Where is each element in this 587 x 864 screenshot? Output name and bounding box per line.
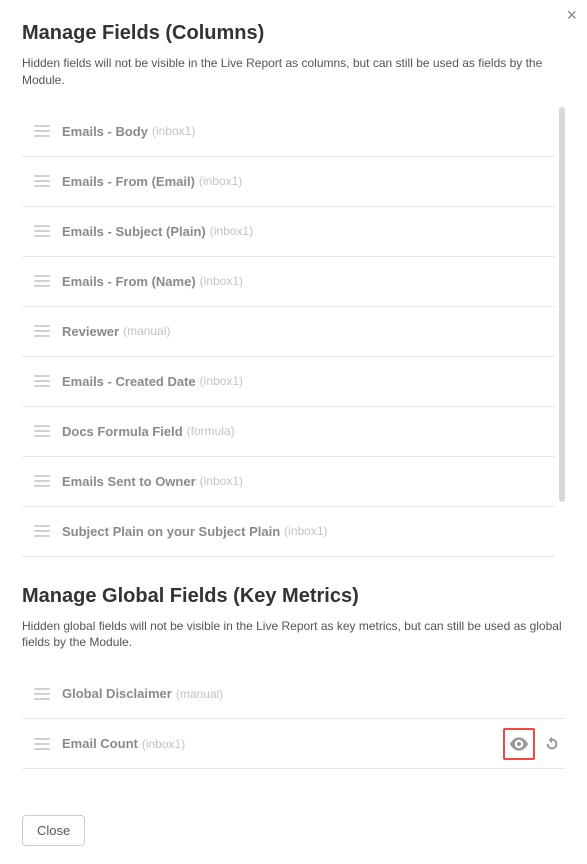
field-source: (inbox1)	[210, 224, 253, 238]
field-label: Reviewer	[62, 324, 119, 339]
field-row[interactable]: Emails - From (Email) (inbox1)	[22, 157, 555, 207]
field-source: (manual)	[176, 687, 223, 701]
field-row[interactable]: Emails - From (Name) (inbox1)	[22, 257, 555, 307]
drag-handle-icon[interactable]	[34, 738, 50, 750]
field-source: (inbox1)	[152, 124, 195, 138]
field-row[interactable]: Docs Formula Field (formula)	[22, 407, 555, 457]
field-source: (inbox1)	[284, 524, 327, 538]
field-row[interactable]: Reviewer (manual)	[22, 307, 555, 357]
field-row[interactable]: Emails - Body (inbox1)	[22, 107, 555, 157]
field-label: Subject Plain on your Subject Plain	[62, 524, 280, 539]
field-row[interactable]: Global Disclaimer (manual)	[22, 669, 565, 719]
field-row[interactable]: Emails - Created Date (inbox1)	[22, 357, 555, 407]
drag-handle-icon[interactable]	[34, 375, 50, 387]
global-fields-list: Global Disclaimer (manual) Email Count (inb…	[22, 669, 565, 769]
field-source: (inbox1)	[142, 737, 185, 751]
close-button[interactable]: Close	[22, 815, 85, 846]
refresh-icon[interactable]	[543, 735, 561, 753]
field-label: Emails - Body	[62, 124, 148, 139]
drag-handle-icon[interactable]	[34, 525, 50, 537]
field-row[interactable]: Emails Sent to Owner (inbox1)	[22, 457, 555, 507]
section2-subtitle: Hidden global fields will not be visible…	[22, 618, 565, 652]
row-actions	[503, 728, 561, 760]
field-label: Emails - Subject (Plain)	[62, 224, 206, 239]
close-icon[interactable]: ×	[566, 6, 577, 24]
section2-title: Manage Global Fields (Key Metrics)	[22, 585, 565, 608]
field-label: Emails Sent to Owner	[62, 474, 196, 489]
field-row[interactable]: Email Count (inbox1)	[22, 719, 565, 769]
drag-handle-icon[interactable]	[34, 325, 50, 337]
drag-handle-icon[interactable]	[34, 175, 50, 187]
field-source: (inbox1)	[200, 374, 243, 388]
field-source: (formula)	[187, 424, 235, 438]
visibility-eye-icon[interactable]	[503, 728, 535, 760]
drag-handle-icon[interactable]	[34, 425, 50, 437]
fields-list: Emails - Body(inbox1)Emails - From (Emai…	[22, 107, 555, 557]
field-label: Docs Formula Field	[62, 424, 183, 439]
scrollbar[interactable]	[559, 107, 565, 502]
field-source: (inbox1)	[200, 474, 243, 488]
field-source: (inbox1)	[200, 274, 243, 288]
drag-handle-icon[interactable]	[34, 475, 50, 487]
section1-title: Manage Fields (Columns)	[22, 22, 565, 45]
drag-handle-icon[interactable]	[34, 275, 50, 287]
field-label: Emails - From (Email)	[62, 174, 195, 189]
section1-subtitle: Hidden fields will not be visible in the…	[22, 55, 565, 89]
drag-handle-icon[interactable]	[34, 688, 50, 700]
field-label: Emails - From (Name)	[62, 274, 196, 289]
drag-handle-icon[interactable]	[34, 225, 50, 237]
field-label: Emails - Created Date	[62, 374, 196, 389]
field-row[interactable]: Subject Plain on your Subject Plain (inbo…	[22, 507, 555, 557]
field-row[interactable]: Emails - Subject (Plain) (inbox1)	[22, 207, 555, 257]
field-source: (manual)	[123, 324, 170, 338]
field-label: Email Count	[62, 736, 138, 751]
drag-handle-icon[interactable]	[34, 125, 50, 137]
field-label: Global Disclaimer	[62, 686, 172, 701]
field-source: (inbox1)	[199, 174, 242, 188]
